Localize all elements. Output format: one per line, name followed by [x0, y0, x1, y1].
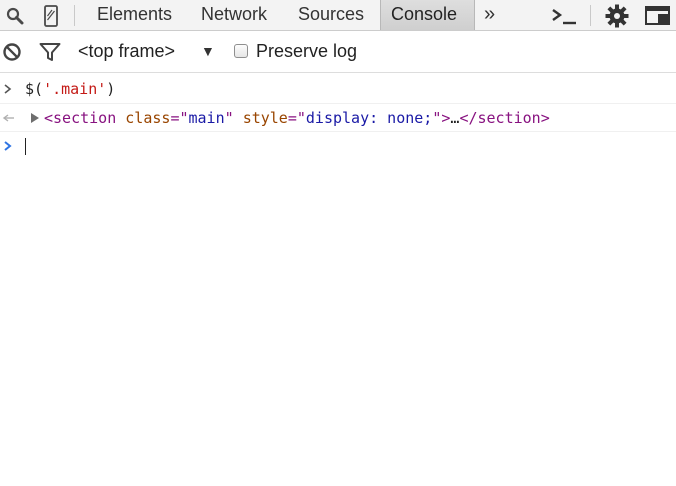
- attr-style-name: style: [242, 108, 288, 127]
- command-argument: '.main': [43, 79, 107, 98]
- result-arrow-icon: [2, 104, 16, 131]
- attr-style-value: display: none;: [305, 108, 433, 127]
- search-icon[interactable]: [4, 0, 26, 31]
- command-function: $(: [25, 79, 44, 98]
- attr-quote: ": [432, 108, 442, 127]
- tab-bar-separator: [74, 5, 75, 26]
- console-command-text[interactable]: $('.main'): [25, 74, 115, 103]
- preserve-log-checkbox[interactable]: [234, 44, 248, 58]
- attr-equals: =": [170, 108, 189, 127]
- attr-class-name: class: [125, 108, 171, 127]
- text-caret: [25, 138, 26, 155]
- devtools-tab-bar: Elements Network Sources Console »: [0, 0, 676, 31]
- console-input-message: $('.main'): [0, 74, 676, 104]
- tab-network[interactable]: Network: [191, 0, 277, 30]
- tab-bar-separator: [590, 5, 591, 26]
- device-mode-icon[interactable]: [40, 0, 62, 31]
- drawer-toggle-icon[interactable]: [550, 0, 578, 31]
- input-prompt-icon: [2, 74, 14, 103]
- clear-console-icon[interactable]: [0, 31, 24, 72]
- console-prompt-line[interactable]: [0, 132, 676, 160]
- settings-gear-icon[interactable]: [603, 0, 631, 31]
- dock-side-icon[interactable]: [643, 0, 673, 31]
- tag-name: section: [53, 108, 117, 127]
- disclosure-triangle-icon[interactable]: [30, 104, 40, 131]
- tag-close-bracket: >: [441, 108, 451, 127]
- frame-selector[interactable]: <top frame>: [78, 31, 175, 72]
- tab-elements[interactable]: Elements: [87, 0, 182, 30]
- tab-sources[interactable]: Sources: [288, 0, 374, 30]
- attr-class-value: main: [188, 108, 225, 127]
- console-toolbar: <top frame> ▼ Preserve log: [0, 31, 676, 73]
- filter-icon[interactable]: [38, 31, 62, 72]
- result-element-node[interactable]: < section class =" main " style =" display: no…: [44, 104, 550, 131]
- chevron-down-icon[interactable]: ▼: [201, 31, 215, 72]
- attr-equals: =": [287, 108, 306, 127]
- console-result-message: < section class =" main " style =" display: no…: [0, 104, 676, 132]
- closing-tag: </section>: [459, 108, 550, 127]
- tag-open-bracket: <: [44, 108, 54, 127]
- tab-console[interactable]: Console: [380, 0, 475, 30]
- more-tabs-button[interactable]: »: [474, 0, 505, 30]
- preserve-log-label[interactable]: Preserve log: [256, 31, 357, 72]
- input-prompt-icon: [2, 132, 14, 160]
- attr-quote: ": [224, 108, 234, 127]
- command-close-paren: ): [106, 79, 116, 98]
- collapsed-ellipsis[interactable]: …: [450, 109, 459, 127]
